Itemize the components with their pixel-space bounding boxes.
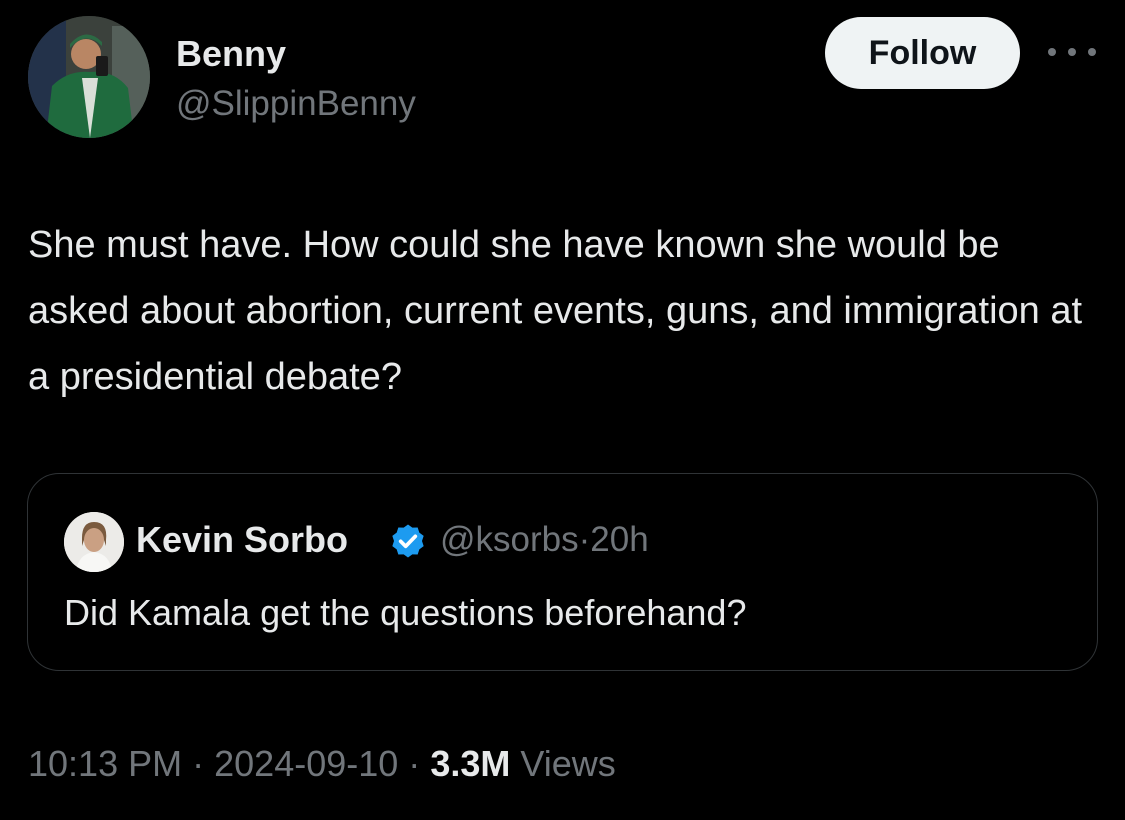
quoted-avatar-photo-icon [64, 512, 124, 572]
tweet-date[interactable]: 2024-09-10 [214, 743, 398, 784]
tweet-time[interactable]: 10:13 PM [28, 743, 182, 784]
author-handle[interactable]: @SlippinBenny [176, 84, 416, 124]
separator-dot: · [192, 743, 205, 784]
separator-dot: · [408, 743, 421, 784]
tweet-text: She must have. How could she have known … [28, 224, 1083, 398]
tweet-header: Benny @SlippinBenny Follow [28, 16, 1098, 140]
quoted-tweet-age[interactable]: 20h [590, 520, 648, 559]
quoted-author-avatar[interactable] [64, 512, 124, 572]
quoted-tweet-text: Did Kamala get the questions beforehand? [64, 592, 747, 633]
more-horizontal-icon[interactable] [1048, 44, 1096, 60]
author-avatar[interactable] [28, 16, 150, 138]
separator-dot: · [578, 520, 591, 559]
quoted-author-name[interactable]: Kevin Sorbo [136, 520, 348, 560]
author-name[interactable]: Benny [176, 34, 286, 74]
quoted-author-handle[interactable]: @ksorbs [440, 520, 579, 559]
verified-badge-icon [392, 524, 424, 558]
follow-button[interactable]: Follow [825, 17, 1020, 89]
quoted-author-handle-line: @ksorbs·20h [440, 520, 649, 560]
avatar-photo-icon [28, 16, 150, 138]
quoted-tweet[interactable]: Kevin Sorbo @ksorbs·20h Did Kamala get t… [27, 473, 1098, 671]
views-count[interactable]: 3.3M [430, 743, 510, 784]
views-label[interactable]: Views [520, 743, 615, 784]
tweet-meta: 10:13 PM · 2024-09-10 · 3.3M Views [28, 742, 616, 786]
